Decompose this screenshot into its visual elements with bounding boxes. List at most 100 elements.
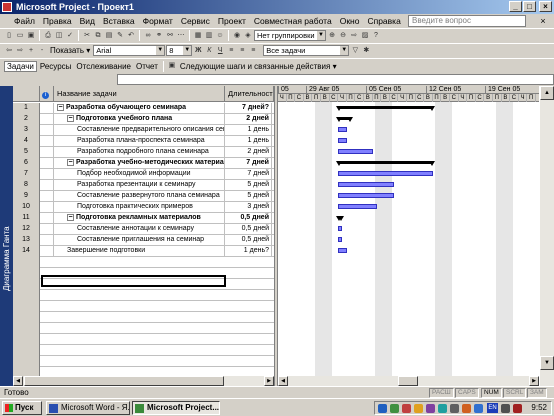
header-corner[interactable]: [13, 86, 40, 102]
scroll-left-icon[interactable]: ◀: [13, 376, 23, 386]
split-task-icon[interactable]: ⋯: [176, 31, 186, 41]
row-id[interactable]: 1: [13, 103, 40, 114]
task-name-cell[interactable]: − Разработка обучающего семинара: [54, 103, 225, 114]
gantt-horizontal-scrollbar[interactable]: ◀ ▶: [278, 376, 539, 386]
sheet-horizontal-scrollbar[interactable]: ◀ ▶: [13, 376, 274, 386]
vertical-scrollbar[interactable]: ▲ ▼: [539, 86, 554, 386]
entry-input[interactable]: [117, 74, 554, 85]
scroll-right-icon[interactable]: ▶: [264, 376, 274, 386]
view-bar[interactable]: Диаграмма Ганта: [0, 86, 13, 386]
row-id[interactable]: 11: [13, 213, 40, 224]
duration-cell[interactable]: 5 дней: [225, 191, 272, 202]
tray-app-icon[interactable]: [450, 404, 459, 413]
task-name-cell[interactable]: Составление предварительного описания се…: [54, 125, 225, 136]
task-bar[interactable]: [338, 237, 343, 242]
workgroup-icon[interactable]: ◈: [243, 31, 253, 41]
row-id[interactable]: [13, 356, 40, 367]
font-select[interactable]: Arial ▼: [93, 45, 166, 56]
task-row[interactable]: 6 − Разработка учебно-методических материа…: [13, 158, 274, 169]
empty-row[interactable]: [13, 356, 274, 367]
new-file-icon[interactable]: ▯: [4, 31, 14, 41]
spelling-icon[interactable]: ✓: [65, 31, 75, 41]
empty-row[interactable]: [13, 334, 274, 345]
empty-row[interactable]: [13, 312, 274, 323]
summary-bar[interactable]: [336, 216, 345, 221]
task-row[interactable]: 2− Подготовка учебного плана 2 дней: [13, 114, 274, 125]
collapse-icon[interactable]: −: [67, 213, 74, 221]
zoom-out-icon[interactable]: ⊖: [338, 31, 348, 41]
task-bar[interactable]: [338, 204, 377, 209]
quicklaunch-icon[interactable]: [378, 404, 387, 413]
guide-resources-button[interactable]: Ресурсы: [38, 62, 74, 71]
task-bar[interactable]: [338, 127, 347, 132]
copy-picture-icon[interactable]: ▨: [360, 31, 370, 41]
task-row[interactable]: 10 Подготовка практических примеров 3 дней: [13, 202, 274, 213]
row-id[interactable]: [13, 301, 40, 312]
row-id[interactable]: 9: [13, 191, 40, 202]
collapse-icon[interactable]: −: [67, 158, 74, 166]
task-row[interactable]: 14 Завершение подготовки 1 день?: [13, 246, 274, 257]
scroll-up-icon[interactable]: ▲: [540, 86, 554, 100]
task-name-cell[interactable]: Завершение подготовки: [54, 246, 225, 257]
task-row[interactable]: 11− Подготовка рекламных материалов 0,5 дн…: [13, 213, 274, 224]
task-bar[interactable]: [338, 149, 373, 154]
row-id[interactable]: 5: [13, 147, 40, 158]
menu-project[interactable]: Проект: [214, 14, 250, 28]
menu-collaborate[interactable]: Совместная работа: [250, 14, 336, 28]
hyperlink-icon[interactable]: ∞: [143, 31, 153, 41]
empty-row[interactable]: [13, 290, 274, 301]
publish-icon[interactable]: ◉: [232, 31, 242, 41]
row-id[interactable]: [13, 268, 40, 279]
duration-cell[interactable]: 7 дней: [225, 169, 272, 180]
task-row[interactable]: 5 Разработка подробного плана семинара 2 д…: [13, 147, 274, 158]
menu-window[interactable]: Окно: [336, 14, 364, 28]
scroll-right-icon[interactable]: ▶: [529, 376, 539, 386]
duration-cell[interactable]: 0,5 дней: [225, 213, 272, 224]
task-row[interactable]: 1 − Разработка обучающего семинара 7 дней?: [13, 103, 274, 114]
scroll-thumb[interactable]: [398, 376, 418, 386]
row-id[interactable]: 13: [13, 235, 40, 246]
close-button[interactable]: ×: [539, 1, 552, 12]
align-left-icon[interactable]: ≡: [226, 46, 236, 56]
arrow-right-icon[interactable]: ⇨: [15, 46, 25, 56]
autofilter-icon[interactable]: ▽: [350, 46, 360, 56]
volume-icon[interactable]: [501, 404, 510, 413]
collapse-icon[interactable]: −: [67, 114, 74, 122]
open-file-icon[interactable]: ▭: [15, 31, 25, 41]
print-preview-icon[interactable]: ◫: [54, 31, 64, 41]
summary-bar[interactable]: [336, 161, 435, 166]
menu-edit[interactable]: Правка: [39, 14, 76, 28]
row-id[interactable]: [13, 290, 40, 301]
cut-icon[interactable]: ✂: [82, 31, 92, 41]
row-id[interactable]: [13, 257, 40, 268]
empty-row[interactable]: [13, 301, 274, 312]
filter-select[interactable]: Все задачи ▼: [263, 45, 350, 56]
print-icon[interactable]: ⎙: [43, 31, 53, 41]
tray-app-icon[interactable]: [414, 404, 423, 413]
indicators-header[interactable]: i: [40, 86, 54, 102]
row-id[interactable]: 14: [13, 246, 40, 257]
duration-cell[interactable]: 7 дней?: [225, 103, 272, 114]
start-button[interactable]: Пуск: [2, 401, 42, 415]
undo-icon[interactable]: ↶: [126, 31, 136, 41]
task-row[interactable]: 9 Составление развернутого плана семинара…: [13, 191, 274, 202]
show-button[interactable]: Показать ▾: [48, 46, 92, 55]
scroll-down-icon[interactable]: ▼: [540, 356, 554, 370]
font-size-select[interactable]: 8 ▼: [166, 45, 193, 56]
menu-insert[interactable]: Вставка: [99, 14, 139, 28]
minimize-button[interactable]: _: [509, 1, 522, 12]
duration-cell[interactable]: 1 день: [225, 136, 272, 147]
task-row[interactable]: 12 Составление аннотации к семинару 0,5 дн…: [13, 224, 274, 235]
task-name-cell[interactable]: Подготовка практических примеров: [54, 202, 225, 213]
task-name-cell[interactable]: − Разработка учебно-методических материал…: [54, 158, 225, 169]
guide-tasks-button[interactable]: Задачи: [4, 60, 37, 72]
duration-cell[interactable]: 0,5 дней: [225, 224, 272, 235]
duration-cell[interactable]: 2 дней: [225, 114, 272, 125]
row-id[interactable]: 7: [13, 169, 40, 180]
tray-app-icon[interactable]: [513, 404, 522, 413]
task-bar[interactable]: [338, 182, 395, 187]
task-info-icon[interactable]: ▦: [193, 31, 203, 41]
menu-format[interactable]: Формат: [139, 14, 177, 28]
duration-cell[interactable]: 1 день?: [225, 246, 272, 257]
row-id[interactable]: 2: [13, 114, 40, 125]
